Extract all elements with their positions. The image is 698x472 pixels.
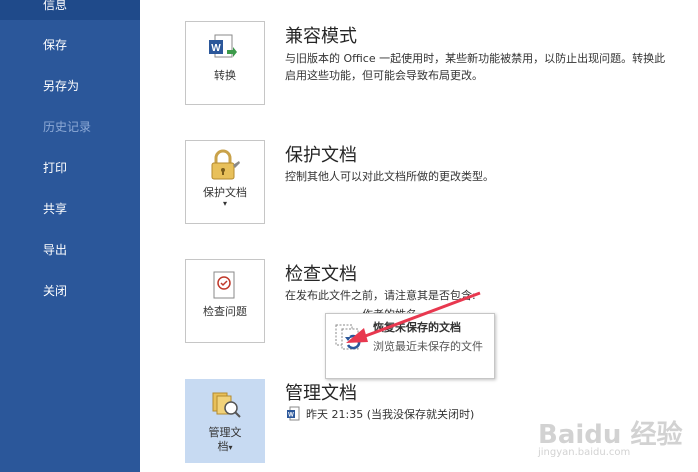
backstage-sidebar: 信息 保存 另存为 历史记录 打印 共享 导出 关闭 xyxy=(0,0,140,472)
sidebar-item-history: 历史记录 xyxy=(43,120,92,134)
sidebar-item-save-as[interactable]: 另存为 xyxy=(0,71,140,101)
sidebar-item-export[interactable]: 导出 xyxy=(0,235,140,265)
manage-versions-icon xyxy=(212,392,241,418)
manage-document-label-char: 档 xyxy=(217,440,229,453)
manage-document-label-line2: 档▾ xyxy=(186,438,264,454)
word-document-icon: W xyxy=(287,406,300,421)
check-issues-button[interactable]: 检查问题 xyxy=(185,259,265,343)
lock-key-icon xyxy=(211,149,240,180)
compat-desc-line2: 启用这些功能，但可能会导致布局更改。 xyxy=(285,69,483,82)
info-pane: W 转换 兼容模式 与旧版本的 Office 一起使用时，某些新功能被禁用，以防… xyxy=(140,0,698,472)
chevron-down-icon: ▾ xyxy=(228,443,233,452)
chevron-down-icon: ▾ xyxy=(222,199,227,208)
compat-title: 兼容模式 xyxy=(285,26,357,47)
watermark-text: Baidu 经验 xyxy=(538,420,683,450)
compat-desc-line1: 与旧版本的 Office 一起使用时，某些新功能被禁用，以防止出现问题。转换此 xyxy=(285,52,666,65)
inspect-title: 检查文档 xyxy=(285,264,357,285)
protect-title: 保护文档 xyxy=(285,145,357,166)
annotation-arrow-icon xyxy=(346,291,481,343)
check-issues-label: 检查问题 xyxy=(203,305,247,318)
svg-text:W: W xyxy=(211,43,221,54)
manage-title: 管理文档 xyxy=(285,383,357,404)
word-convert-icon: W xyxy=(209,34,237,58)
sidebar-item-info[interactable]: 信息 xyxy=(0,0,140,20)
manage-document-button[interactable]: 管理文 档▾ xyxy=(185,379,265,463)
sidebar-item-close[interactable]: 关闭 xyxy=(0,276,140,306)
protect-document-label: 保护文档 xyxy=(203,186,247,199)
protect-description: 控制其他人可以对此文档所做的更改类型。 xyxy=(285,170,494,183)
sidebar-item-print[interactable]: 打印 xyxy=(0,153,140,183)
sidebar-item-save[interactable]: 保存 xyxy=(0,30,140,60)
compat-description: 与旧版本的 Office 一起使用时，某些新功能被禁用，以防止出现问题。转换此 … xyxy=(285,50,695,84)
inspect-document-icon xyxy=(213,271,235,299)
protect-document-button[interactable]: 保护文档 ▾ xyxy=(185,140,265,224)
convert-button[interactable]: W 转换 xyxy=(185,21,265,105)
sidebar-item-share[interactable]: 共享 xyxy=(0,194,140,224)
baidu-watermark: Baidu 经验 jingyan.baidu.com xyxy=(538,414,688,464)
svg-text:W: W xyxy=(288,413,294,419)
convert-label: 转换 xyxy=(214,69,236,82)
